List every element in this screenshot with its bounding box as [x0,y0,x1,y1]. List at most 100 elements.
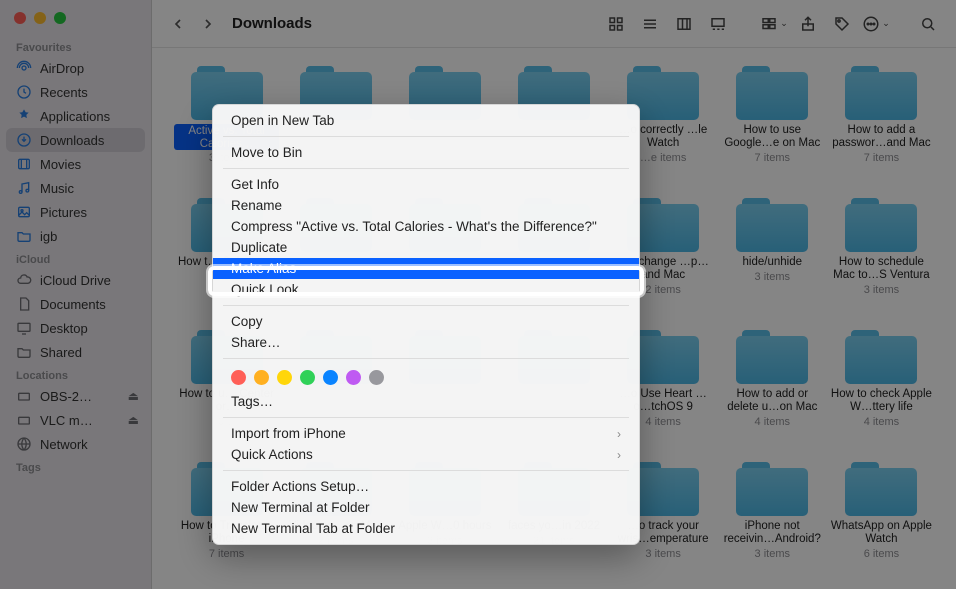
sidebar-item-music[interactable]: Music [0,176,151,200]
group-button[interactable]: ⌄ [760,12,788,36]
cm-rename[interactable]: Rename [213,195,639,216]
cm-label: Import from iPhone [231,426,346,441]
forward-button[interactable] [196,12,220,36]
folder-item[interactable]: How to add a passwor…and Mac 7 items [829,66,934,194]
view-columns-button[interactable] [670,12,698,36]
folder-item[interactable]: How to check Apple W…ttery life4 items [829,330,934,458]
folder-item[interactable]: How to schedule Mac to…S Ventura 3 items [829,198,934,326]
tag-color-swatch[interactable] [231,370,246,385]
cm-new-terminal-tab[interactable]: New Terminal Tab at Folder [213,518,639,539]
cm-move-to-bin[interactable]: Move to Bin [213,142,639,163]
cm-import-iphone[interactable]: Import from iPhone› [213,423,639,444]
cm-label: Quick Look [231,282,299,297]
eject-icon[interactable]: ⏏ [128,389,139,403]
close-button[interactable] [14,12,26,24]
search-button[interactable] [914,12,942,36]
cm-label: Folder Actions Setup… [231,479,369,494]
sidebar-item-documents[interactable]: Documents [0,292,151,316]
sidebar-item-obs[interactable]: OBS-2… ⏏ [0,384,151,408]
sidebar-item-label: Music [40,181,74,196]
cm-duplicate[interactable]: Duplicate [213,237,639,258]
cm-label: Quick Actions [231,447,313,462]
folder-icon [845,66,917,120]
folder-item-count: 3 items [645,548,680,560]
sidebar-item-applications[interactable]: Applications [0,104,151,128]
tag-color-swatch[interactable] [323,370,338,385]
sidebar-item-label: iCloud Drive [40,273,111,288]
sidebar-item-vlc[interactable]: VLC m… ⏏ [0,408,151,432]
sidebar-item-igb[interactable]: igb [0,224,151,248]
download-icon [16,132,32,148]
view-icons-button[interactable] [602,12,630,36]
cm-share[interactable]: Share… [213,332,639,353]
view-gallery-button[interactable] [704,12,732,36]
cm-get-info[interactable]: Get Info [213,174,639,195]
tag-color-swatch[interactable] [346,370,361,385]
cm-label: New Terminal at Folder [231,500,370,515]
cm-separator [223,136,629,137]
sidebar-item-label: Desktop [40,321,88,336]
folder-item-count: 7 items [864,152,899,164]
maximize-button[interactable] [54,12,66,24]
tag-color-swatch[interactable] [254,370,269,385]
folder-name: How to add a passwor…and Mac [829,124,934,150]
folder-item-count: 4 items [645,416,680,428]
cloud-icon [16,272,32,288]
cm-new-terminal[interactable]: New Terminal at Folder [213,497,639,518]
sidebar-section-locations: Locations [0,364,151,384]
tag-color-swatch[interactable] [277,370,292,385]
chevron-right-icon: › [617,448,621,462]
tag-color-swatch[interactable] [300,370,315,385]
sidebar-item-movies[interactable]: Movies [0,152,151,176]
folder-icon [736,462,808,516]
folder-name: iPhone not receivin…Android? [720,520,825,546]
sidebar-item-shared[interactable]: Shared [0,340,151,364]
folder-icon [736,198,808,252]
toolbar: Downloads ⌄ ⌄ [152,0,956,48]
tags-button[interactable] [828,12,856,36]
cm-quick-actions[interactable]: Quick Actions › [213,444,639,465]
minimize-button[interactable] [34,12,46,24]
sidebar-item-label: AirDrop [40,61,84,76]
sidebar-item-network[interactable]: Network [0,432,151,456]
back-button[interactable] [166,12,190,36]
cm-copy[interactable]: Copy [213,311,639,332]
cm-quick-look[interactable]: Quick Look [213,279,639,300]
sidebar-item-pictures[interactable]: Pictures [0,200,151,224]
sidebar-item-desktop[interactable]: Desktop [0,316,151,340]
cm-tags[interactable]: Tags… [213,391,639,412]
tag-color-swatch[interactable] [369,370,384,385]
sidebar-item-airdrop[interactable]: AirDrop [0,56,151,80]
sidebar-item-label: Network [40,437,88,452]
folder-item[interactable]: iPhone not receivin…Android?3 items [720,462,825,589]
cm-make-alias[interactable]: Make Alias [213,258,639,279]
apps-icon [16,108,32,124]
folder-item[interactable]: How to add or delete u…on Mac4 items [720,330,825,458]
folder-item-count: …e items [640,152,686,164]
folder-item[interactable]: How to use Google…e on Mac7 items [720,66,825,194]
cm-label: Compress "Active vs. Total Calories - Wh… [231,219,597,234]
window-controls [0,8,151,36]
cm-label: Tags… [231,394,273,409]
more-button[interactable]: ⌄ [862,12,890,36]
folder-name: How to schedule Mac to…S Ventura [829,256,934,282]
folder-item-count: 4 items [864,416,899,428]
cm-open-new-tab[interactable]: Open in New Tab [213,110,639,131]
share-button[interactable] [794,12,822,36]
view-list-button[interactable] [636,12,664,36]
cm-compress[interactable]: Compress "Active vs. Total Calories - Wh… [213,216,639,237]
cm-label: Make Alias [231,261,296,276]
cm-folder-actions[interactable]: Folder Actions Setup… [213,476,639,497]
eject-icon[interactable]: ⏏ [128,413,139,427]
folder-item[interactable]: hide/unhide3 items [720,198,825,326]
sidebar-item-icloud-drive[interactable]: iCloud Drive [0,268,151,292]
image-icon [16,204,32,220]
folder-icon [845,198,917,252]
folder-item[interactable]: WhatsApp on Apple Watch6 items [829,462,934,589]
sidebar-item-downloads[interactable]: Downloads [6,128,145,152]
shared-icon [16,344,32,360]
cm-label: Rename [231,198,282,213]
sidebar-item-recents[interactable]: Recents [0,80,151,104]
folder-item-count: 3 items [864,284,899,296]
sidebar-item-label: Shared [40,345,82,360]
